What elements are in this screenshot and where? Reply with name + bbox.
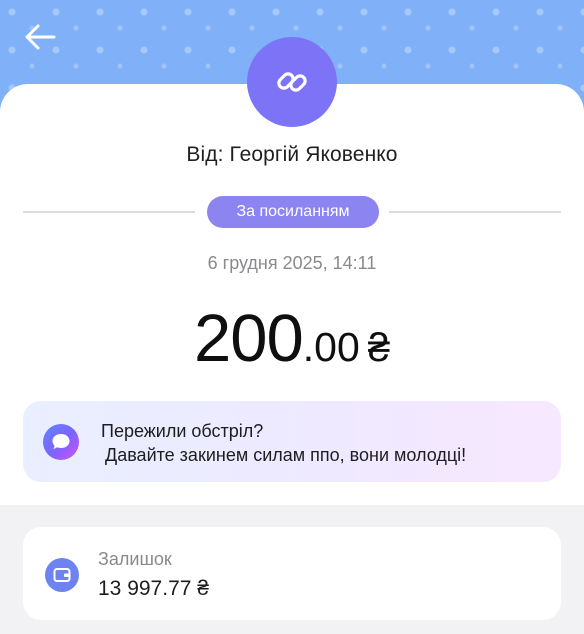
amount-integer: 200 (193, 301, 304, 376)
link-icon (277, 72, 307, 92)
transfer-type-badge: За посиланням (207, 196, 379, 228)
comment-text: Давайте закинем силам ппо, вони молодці! (105, 445, 467, 465)
divider-left (23, 211, 195, 213)
message-icon (43, 424, 79, 460)
transaction-date: 6 грудня 2025, 14:11 (207, 253, 377, 273)
balance-value: 13 997.77 ₴ (98, 577, 209, 600)
comment-box: Пережили обстріл? Давайте закинем силам … (23, 401, 561, 482)
amount-decimal: .00 (302, 324, 360, 370)
comment-title: Пережили обстріл? (101, 421, 264, 441)
arrow-left-icon (25, 24, 56, 50)
balance-card: Залишок 13 997.77 ₴ (23, 527, 561, 620)
sender-name: Від: Георгій Яковенко (186, 143, 398, 166)
back-button[interactable] (20, 18, 60, 56)
balance-label: Залишок (98, 549, 172, 569)
divider-right (389, 211, 561, 213)
wallet-icon (45, 558, 79, 592)
transaction-avatar (247, 37, 337, 127)
transaction-amount: 200.00 ₴ (0, 300, 584, 377)
amount-currency: ₴ (367, 326, 391, 370)
